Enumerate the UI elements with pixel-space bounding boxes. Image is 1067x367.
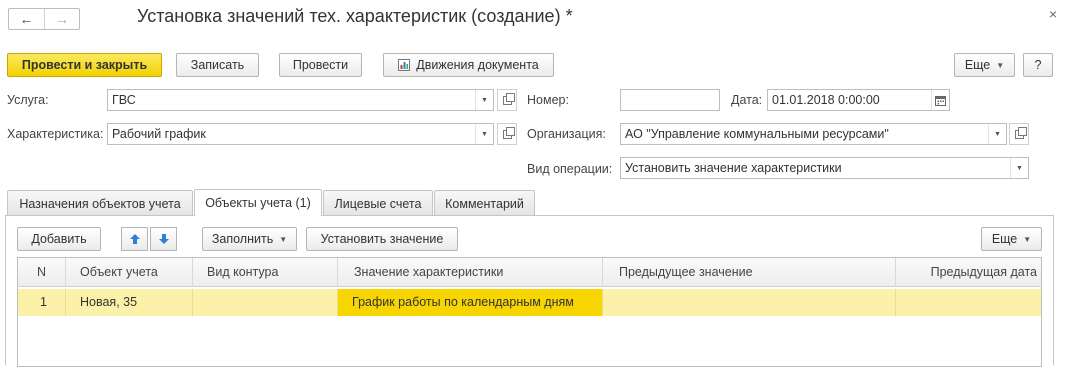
chevron-down-icon: ▼ [996,60,1005,70]
chevron-down-icon[interactable]: ▼ [475,90,493,110]
fill-label: Заполнить [211,232,274,246]
post-and-close-button[interactable]: Провести и закрыть [7,53,162,77]
chevron-down-icon: ▼ [279,234,288,244]
fill-button[interactable]: Заполнить ▼ [202,227,297,251]
organization-field[interactable]: АО "Управление коммунальными ресурсами" … [620,123,1007,145]
close-icon[interactable]: × [1049,6,1057,22]
cell-contour[interactable] [193,289,338,316]
number-field[interactable] [620,89,720,111]
set-value-button[interactable]: Установить значение [306,227,458,251]
tab-assignments[interactable]: Назначения объектов учета [7,190,193,216]
chevron-down-icon[interactable]: ▼ [1010,158,1028,178]
column-header-value[interactable]: Значение характеристики [338,258,603,287]
objects-table[interactable]: N Объект учета Вид контура Значение хара… [17,257,1042,367]
cell-object[interactable]: Новая, 35 [66,289,193,316]
tab-comment[interactable]: Комментарий [434,190,535,216]
column-header-prev-value[interactable]: Предыдущее значение [603,258,896,287]
document-movements-label: Движения документа [416,58,539,72]
table-row[interactable]: 1 Новая, 35 График работы по календарным… [18,289,1041,316]
arrow-up-icon [129,234,140,244]
service-label: Услуга: [7,93,49,107]
column-header-object[interactable]: Объект учета [66,258,193,287]
date-label: Дата: [731,93,763,107]
move-down-button[interactable] [150,227,177,251]
page-title: Установка значений тех. характеристик (с… [137,6,573,26]
help-button[interactable]: ? [1023,53,1053,77]
characteristic-value: Рабочий график [112,127,206,141]
back-button[interactable]: ← [9,9,44,29]
chevron-down-icon[interactable]: ▼ [475,124,493,144]
date-value: 01.01.2018 0:00:00 [772,93,880,107]
column-header-prev-date[interactable]: Предыдущая дата [896,258,1041,287]
arrow-down-icon [158,234,169,244]
cell-value[interactable]: График работы по календарным дням [338,289,603,316]
cell-prev-value[interactable] [603,289,896,316]
operation-label: Вид операции: [527,162,613,176]
service-value: ГВС [112,93,136,107]
table-more-label: Еще [991,232,1018,246]
operation-value: Установить значение характеристики [625,161,842,175]
cell-n[interactable]: 1 [18,289,66,316]
organization-value: АО "Управление коммунальными ресурсами" [625,127,889,141]
save-button[interactable]: Записать [176,53,259,77]
calendar-icon[interactable] [931,90,949,110]
tab-accounts[interactable]: Лицевые счета [323,190,433,216]
column-header-n[interactable]: N [18,258,66,287]
column-header-contour[interactable]: Вид контура [193,258,338,287]
service-field[interactable]: ГВС ▼ [107,89,494,111]
move-up-button[interactable] [121,227,148,251]
history-nav: ← → [8,8,80,30]
open-characteristic-button[interactable] [497,123,517,145]
characteristic-label: Характеристика: [7,127,104,141]
more-actions-button[interactable]: Еще ▼ [954,53,1015,77]
number-label: Номер: [527,93,569,107]
open-service-button[interactable] [497,89,517,111]
organization-label: Организация: [527,127,606,141]
open-form-icon [502,126,515,139]
more-label: Еще [964,58,991,72]
open-organization-button[interactable] [1009,123,1029,145]
document-movements-button[interactable]: Движения документа [383,53,554,77]
table-header: N Объект учета Вид контура Значение хара… [18,258,1041,287]
chevron-down-icon[interactable]: ▼ [988,124,1006,144]
open-form-icon [502,92,515,105]
document-movements-icon [398,59,411,71]
open-form-icon [1014,126,1027,139]
tab-objects[interactable]: Объекты учета (1) [194,189,322,216]
operation-field[interactable]: Установить значение характеристики ▼ [620,157,1029,179]
characteristic-field[interactable]: Рабочий график ▼ [107,123,494,145]
post-button[interactable]: Провести [279,53,362,77]
cell-prev-date[interactable] [896,289,1041,316]
chevron-down-icon: ▼ [1023,234,1032,244]
table-more-button[interactable]: Еще ▼ [981,227,1042,251]
forward-button[interactable]: → [43,9,79,29]
add-button[interactable]: Добавить [17,227,101,251]
date-field[interactable]: 01.01.2018 0:00:00 [767,89,950,111]
